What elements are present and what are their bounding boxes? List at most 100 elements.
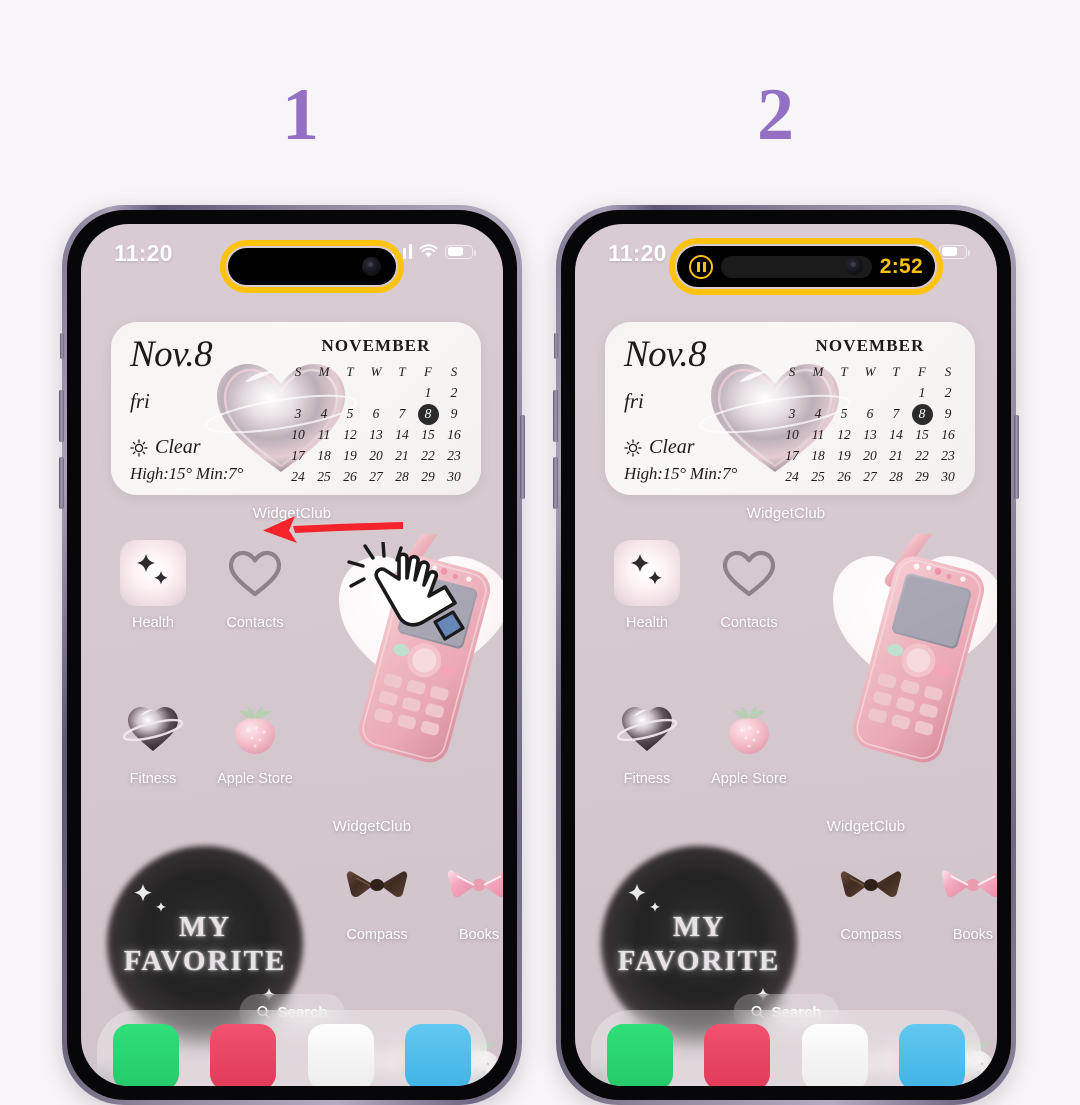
calendar-day: 14 [395, 427, 409, 442]
dock-app-blue[interactable] [405, 1024, 472, 1086]
heart-outline-icon [716, 540, 782, 606]
calendar-day: 26 [837, 469, 851, 484]
calendar-day: 4 [320, 406, 328, 421]
dynamic-island-compact[interactable] [228, 248, 396, 285]
calendar-day: 14 [889, 427, 903, 442]
front-camera-icon [845, 257, 863, 275]
calendar-day: 26 [343, 469, 357, 484]
app-label: Fitness [623, 771, 671, 787]
calendar-weather-widget[interactable]: Nov.8 fri Clear High:15° Min:7° NOVEMBER… [111, 322, 481, 495]
app-dock [97, 1010, 487, 1086]
app-label: Compass [840, 927, 902, 943]
calendar-day: 29 [915, 469, 929, 484]
calendar-day: 13 [369, 427, 383, 442]
calendar-day: 7 [892, 406, 900, 421]
calendar-dow: F [918, 364, 926, 379]
app-label: Contacts [720, 615, 778, 631]
calendar-day: 30 [447, 469, 461, 484]
calendar-blank [831, 384, 857, 402]
app-label: Books [952, 927, 994, 943]
pink-bow-icon [940, 852, 997, 918]
calendar-grid: S M T W T F S 1 2 3 4 5 6 7 8 9 10 11 12 13 14 15 16 17 18 19 20 21… [779, 363, 961, 486]
app-contacts[interactable]: Contacts [705, 540, 793, 631]
dock-app-green[interactable] [606, 1024, 673, 1086]
app-fitness[interactable]: Fitness [109, 696, 197, 787]
app-row-2: Fitness Apple Store WidgetClub [575, 696, 997, 852]
power-button[interactable] [520, 415, 525, 499]
app-dock [591, 1010, 981, 1086]
calendar-day: 13 [863, 427, 877, 442]
pause-icon[interactable] [689, 254, 713, 279]
app-apple-store[interactable]: Apple Store [705, 696, 793, 787]
calendar-day: 24 [291, 469, 305, 484]
volume-up-button[interactable] [59, 390, 64, 442]
dock-app-white[interactable] [801, 1024, 868, 1086]
app-health[interactable]: Health [603, 540, 691, 631]
calendar-blank [285, 384, 311, 402]
calendar-dow: M [812, 364, 824, 379]
calendar-blank [311, 384, 337, 402]
app-contacts[interactable]: Contacts [211, 540, 299, 631]
dock-app-pink[interactable] [704, 1024, 771, 1086]
calendar-dow: T [840, 364, 848, 379]
calendar-day: 22 [915, 448, 929, 463]
app-label: Books [458, 927, 500, 943]
calendar-day: 1 [424, 385, 432, 400]
power-button[interactable] [1014, 415, 1019, 499]
dock-app-white[interactable] [307, 1024, 374, 1086]
widget-label-phone: WidgetClub [332, 818, 412, 835]
app-compass[interactable]: Compass [827, 852, 915, 943]
app-health[interactable]: Health [109, 540, 197, 631]
dynamic-island-area: 2:52 [575, 224, 997, 304]
calendar-dow: T [398, 364, 406, 379]
dock-app-green[interactable] [112, 1024, 179, 1086]
widget-label-phone: WidgetClub [826, 818, 906, 835]
calendar-day: 2 [450, 385, 458, 400]
chrome-heart-icon [120, 696, 186, 762]
calendar-weather-widget[interactable]: Nov.8 fri Clear High:15° Min:7° NOVEMBER… [605, 322, 975, 495]
calendar-day: 17 [785, 448, 799, 463]
sparkle-icon [120, 540, 186, 606]
mini-calendar: NOVEMBER S M T W T F S 1 2 3 4 5 6 7 8 9 10 11 12 13 14 15 16 1… [779, 336, 961, 486]
phone-mockup-2: 11:20 2:52 Nov.8 fri Clear High:15° Min:… [553, 205, 1019, 1105]
app-label: Health [132, 615, 174, 631]
volume-up-button[interactable] [553, 390, 558, 442]
calendar-day: 11 [811, 427, 825, 442]
app-compass[interactable]: Compass [333, 852, 421, 943]
app-books[interactable]: Books [929, 852, 997, 943]
silent-switch[interactable] [60, 333, 64, 359]
sparkle-icon [614, 540, 680, 606]
silent-switch[interactable] [554, 333, 558, 359]
calendar-day: 24 [785, 469, 799, 484]
dock-app-blue[interactable] [899, 1024, 966, 1086]
app-apple-store[interactable]: Apple Store [211, 696, 299, 787]
app-fitness[interactable]: Fitness [603, 696, 691, 787]
dynamic-island-expanded[interactable]: 2:52 [677, 246, 935, 287]
calendar-day: 23 [941, 448, 955, 463]
volume-down-button[interactable] [59, 457, 64, 509]
pink-strawberry-icon [222, 696, 288, 762]
calendar-day: 19 [343, 448, 357, 463]
app-row-1: Health Contacts [575, 534, 997, 763]
condition-text: Clear [155, 436, 201, 458]
calendar-day: 25 [811, 469, 825, 484]
pink-strawberry-icon [716, 696, 782, 762]
calendar-day: 17 [291, 448, 305, 463]
calendar-day: 11 [317, 427, 331, 442]
calendar-grid: S M T W T F S 1 2 3 4 5 6 7 8 9 10 11 12 13 14 15 16 17 18 19 20 21… [285, 363, 467, 486]
sun-icon [130, 438, 148, 457]
calendar-blank [805, 384, 831, 402]
calendar-day: 18 [317, 448, 331, 463]
app-row-2: Fitness Apple Store WidgetClub [81, 696, 503, 852]
app-label: Contacts [226, 615, 284, 631]
calendar-day: 27 [863, 469, 877, 484]
app-books[interactable]: Books [435, 852, 503, 943]
dock-app-pink[interactable] [210, 1024, 277, 1086]
phone-bezel: 11:20 Nov.8 fri Clear High:15° Min:7° NO… [67, 210, 517, 1100]
volume-down-button[interactable] [553, 457, 558, 509]
calendar-day: 20 [863, 448, 877, 463]
phone-frame: 11:20 2:52 Nov.8 fri Clear High:15° Min:… [553, 205, 1019, 1105]
calendar-day: 10 [785, 427, 799, 442]
step-number-2: 2 [757, 74, 794, 156]
calendar-dow: W [370, 364, 382, 379]
